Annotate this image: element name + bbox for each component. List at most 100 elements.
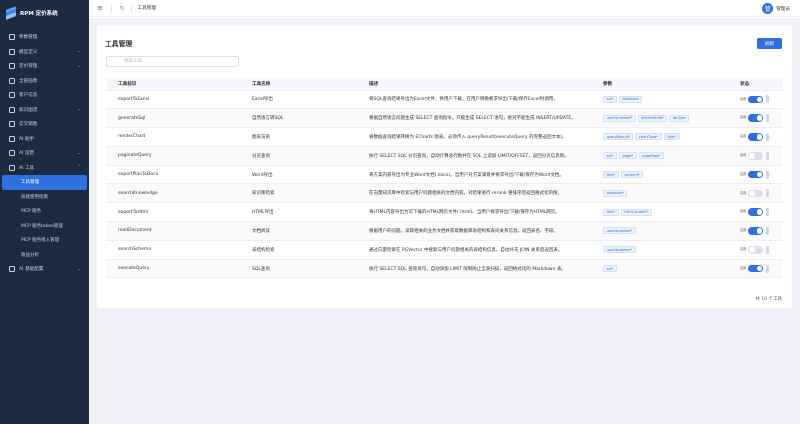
scroll-handle[interactable] xyxy=(766,245,769,254)
refresh-button[interactable]: 刷新 xyxy=(757,38,782,49)
param-tag: userQuestion* xyxy=(603,114,636,122)
chevron-down-icon: ⌄ xyxy=(77,150,81,156)
tool-status: 启用 xyxy=(728,90,783,110)
sidebar-item[interactable]: AI 工具 ⌃ xyxy=(0,161,89,176)
param-tag: chartType* xyxy=(635,133,662,141)
sidebar-subitem[interactable]: MCP 服务接入管理 xyxy=(0,233,89,248)
param-tag: title* xyxy=(663,133,680,141)
sidebar-item-label: 全部画像 xyxy=(19,78,38,84)
status-toggle[interactable] xyxy=(748,227,763,235)
user-menu[interactable]: 管 管理员 xyxy=(762,3,790,14)
tool-id: paginateQuery xyxy=(106,146,240,166)
sidebar-item[interactable]: 客户信息 xyxy=(0,88,89,103)
status-group: 启用 xyxy=(740,114,783,123)
chevron-down-icon: ⌄ xyxy=(77,107,81,113)
topbar: ≡ ↻ 工具管理 管 管理员 xyxy=(89,0,800,17)
scroll-handle[interactable] xyxy=(766,189,769,198)
table-body: exportToExcel Excel导出 将SQL查询结果导出为Excel文件，供… xyxy=(106,90,783,279)
scroll-handle[interactable] xyxy=(766,170,769,179)
toggle-knob xyxy=(756,115,762,121)
scroll-handle[interactable] xyxy=(766,208,769,217)
sidebar-subitem[interactable]: MCP 服务token管理 xyxy=(0,219,89,234)
sidebar-item[interactable]: AI 运营 ⌄ xyxy=(0,146,89,161)
tool-description: 将数据查询结果转换为 ECharts 图表。必须传入 queryResult(e… xyxy=(357,127,591,147)
status-toggle[interactable] xyxy=(748,208,763,216)
status-label: 启用 xyxy=(740,265,747,270)
menu-icon xyxy=(9,77,15,84)
tool-params: title* htmlContent* xyxy=(591,202,728,223)
tool-name: 表结构检索 xyxy=(240,240,357,260)
status-toggle[interactable] xyxy=(748,189,763,198)
status-label: 启用 xyxy=(740,153,747,158)
param-tag: title* xyxy=(603,171,619,179)
sidebar-item[interactable]: AI 基础配置 ⌄ xyxy=(0,262,89,277)
sidebar-item-label: 客户信息 xyxy=(19,93,38,99)
tool-params: question* xyxy=(591,183,728,204)
refresh-icon[interactable]: ↻ xyxy=(120,5,125,12)
status-group: 启用 xyxy=(740,245,783,254)
app-logo[interactable]: RPM 定价系统 xyxy=(0,0,89,26)
scroll-handle[interactable] xyxy=(766,264,769,273)
status-toggle[interactable] xyxy=(748,114,763,122)
sidebar-subitem[interactable]: 工具管理 xyxy=(2,175,87,190)
scroll-handle[interactable] xyxy=(766,226,769,235)
sidebar-item[interactable]: 知识图谱 ⌄ xyxy=(0,103,89,118)
tool-description: 将方案内容导出为专业Word文档(.docx)。当用户对方案满意并要求导出/下载… xyxy=(357,165,591,185)
status-toggle[interactable] xyxy=(748,246,763,254)
table-row: searchKnowledge 知识库检索 在向量知识库中检索与用户问题相关的文档内… xyxy=(106,183,783,204)
sidebar-item[interactable]: 定价管理 ⌄ xyxy=(0,59,89,74)
tool-params: sql* xyxy=(591,259,728,279)
status-toggle[interactable] xyxy=(748,95,763,104)
table-row: readDocument 文档阅读 根据用户的问题，读取相关的业务文档并获取数据库表… xyxy=(106,221,783,241)
menu-icon xyxy=(9,48,15,55)
sidebar-subitem[interactable]: 技能使用指南 xyxy=(0,190,89,205)
column-header: 参数 xyxy=(591,78,728,91)
tool-id: generateSql xyxy=(106,108,240,129)
sidebar-item-label: AI 工具 xyxy=(19,165,35,171)
toggle-knob xyxy=(749,153,755,159)
sidebar-subitem[interactable]: MCP 服务 xyxy=(0,204,89,219)
status-toggle[interactable] xyxy=(748,152,763,160)
status-group: 启用 xyxy=(740,226,783,235)
menu-icon xyxy=(9,150,15,157)
sidebar-item[interactable]: 交叉销售 xyxy=(0,117,89,132)
scroll-handle[interactable] xyxy=(766,151,769,160)
table-row: executeQuery SQL查询 执行 SELECT SQL 查询语句，自动添加… xyxy=(106,259,783,279)
sidebar-item[interactable]: AI 助手 xyxy=(0,132,89,147)
sidebar-item-label: 知识图谱 xyxy=(19,107,38,113)
menu-toggle-icon[interactable]: ≡ xyxy=(97,4,103,12)
scroll-handle[interactable] xyxy=(766,114,769,123)
table-row: renderChart 图表渲染 将数据查询结果转换为 ECharts 图表。必须传… xyxy=(106,127,783,147)
toggle-knob xyxy=(756,171,762,178)
param-tag: pageSize* xyxy=(638,152,664,160)
toggle-knob xyxy=(756,96,762,103)
status-label: 启用 xyxy=(740,190,747,195)
status-toggle[interactable] xyxy=(748,264,763,273)
sidebar-subitem[interactable]: 收益分析 xyxy=(0,248,89,263)
menu-icon xyxy=(9,135,15,142)
tool-status: 启用 xyxy=(728,127,783,147)
table-header-row: 工具标识 工具名称 描述 参数 状态 xyxy=(106,78,783,91)
chevron-down-icon: ⌄ xyxy=(77,49,81,55)
tool-description: 根据用户的问题，读取相关的业务文档并获取数据库表结构和表间关系信息。返回表名、字… xyxy=(357,221,591,241)
param-tag: userQuestion* xyxy=(603,227,636,235)
param-tag: dbType xyxy=(669,114,690,122)
tools-card: 工具管理 刷新 工具标识工具名称描述参数状态 exportToExcelExce… xyxy=(97,26,792,308)
topbar-divider xyxy=(130,4,132,12)
tool-description: 在向量知识库中检索与用户问题相关的文档内容。对结果进行 rerank 重排序后返… xyxy=(357,183,591,204)
tool-params: sql* page* pageSize* xyxy=(591,146,728,166)
status-toggle[interactable] xyxy=(748,133,763,141)
menu-icon xyxy=(9,106,15,113)
sidebar-item-label: AI 助手 xyxy=(19,136,35,142)
status-group: 启用 xyxy=(740,170,783,179)
sidebar-item[interactable]: 参数管理 xyxy=(0,30,89,45)
scroll-handle[interactable] xyxy=(766,95,769,104)
search-input[interactable] xyxy=(106,56,239,67)
status-toggle[interactable] xyxy=(748,170,763,179)
tool-status: 启用 xyxy=(728,146,783,166)
status-group: 启用 xyxy=(740,189,783,198)
sidebar-item[interactable]: 模型定义 ⌄ xyxy=(0,45,89,60)
tool-name: Excel导出 xyxy=(240,90,357,110)
scroll-handle[interactable] xyxy=(766,132,769,141)
sidebar-item[interactable]: 全部画像 xyxy=(0,74,89,89)
